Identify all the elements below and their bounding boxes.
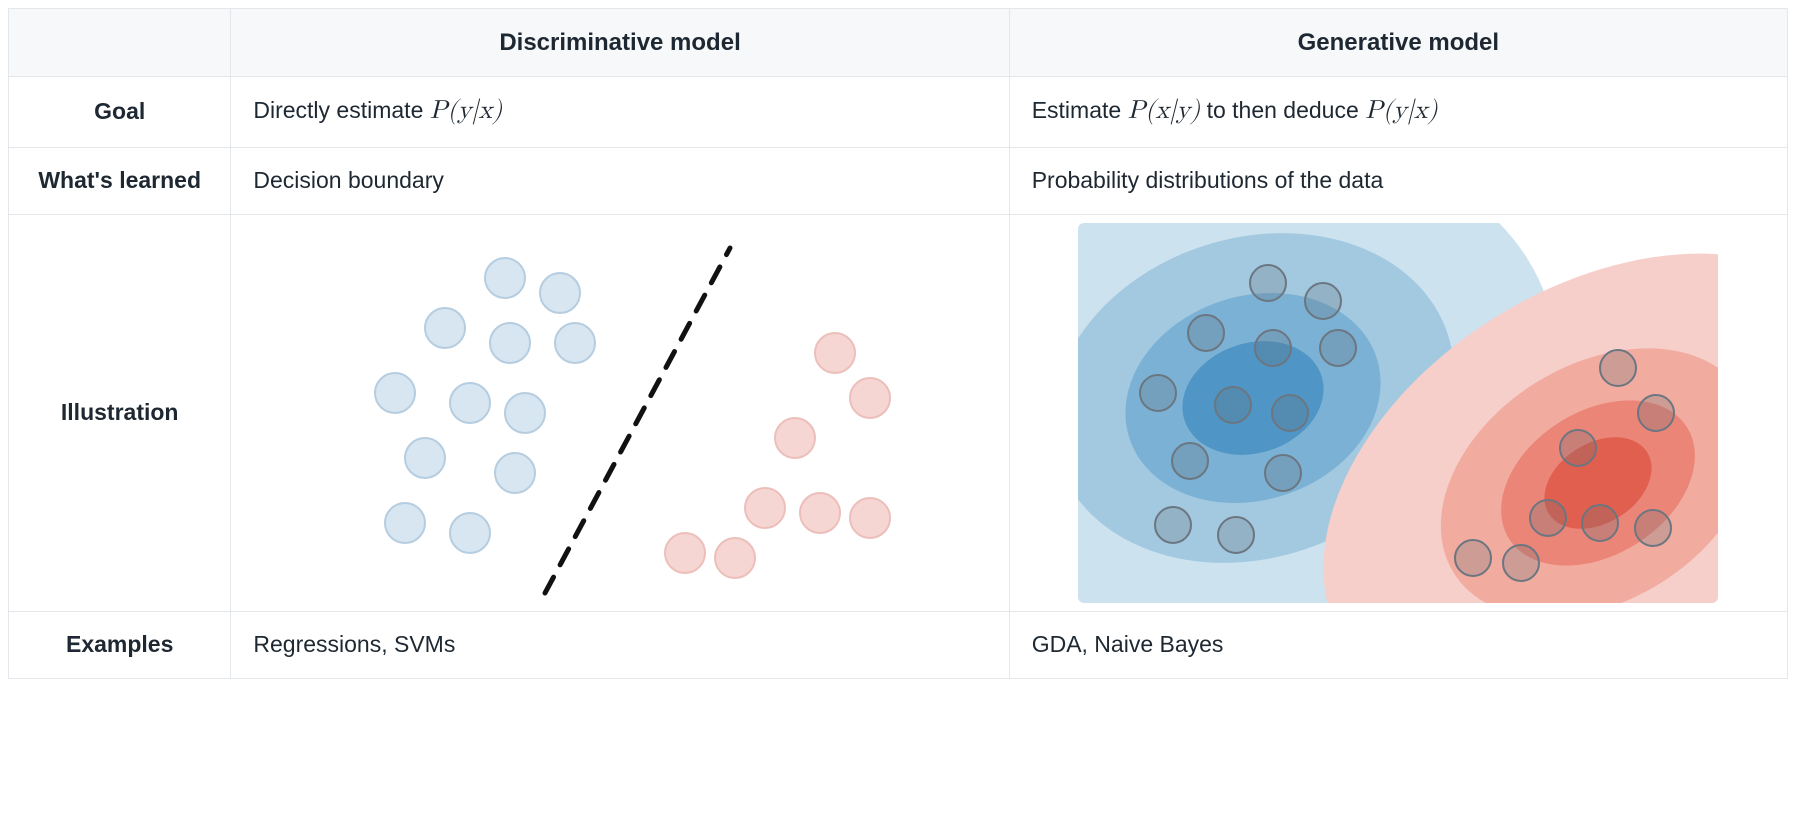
models-comparison-table: Discriminative model Generative model Go… bbox=[8, 8, 1788, 679]
row-illustration-label: Illustration bbox=[9, 214, 231, 611]
red-cluster bbox=[665, 333, 890, 578]
row-examples: Examples Regressions, SVMs GDA, Naive Ba… bbox=[9, 611, 1788, 678]
cell-illus-disc bbox=[231, 214, 1009, 611]
cell-learned-disc: Decision boundary bbox=[231, 147, 1009, 214]
goal-gen-math1: P(x|y) bbox=[1128, 98, 1201, 124]
goal-gen-mid: to then deduce bbox=[1200, 97, 1365, 123]
row-learned-label: What's learned bbox=[9, 147, 231, 214]
goal-disc-math: P(y|x) bbox=[430, 98, 503, 124]
row-illustration: Illustration bbox=[9, 214, 1788, 611]
row-goal: Goal Directly estimate P(y|x) Estimate P… bbox=[9, 77, 1788, 148]
header-row: Discriminative model Generative model bbox=[9, 9, 1788, 77]
goal-disc-pre: Directly estimate bbox=[253, 97, 429, 123]
row-examples-label: Examples bbox=[9, 611, 231, 678]
goal-gen-pre: Estimate bbox=[1032, 97, 1128, 123]
cell-goal-gen: Estimate P(x|y) to then deduce P(y|x) bbox=[1009, 77, 1787, 148]
header-discriminative: Discriminative model bbox=[231, 9, 1009, 77]
row-learned: What's learned Decision boundary Probabi… bbox=[9, 147, 1788, 214]
row-goal-label: Goal bbox=[9, 77, 231, 148]
cell-goal-disc: Directly estimate P(y|x) bbox=[231, 77, 1009, 148]
generative-illustration bbox=[1078, 223, 1718, 603]
cell-examples-gen: GDA, Naive Bayes bbox=[1009, 611, 1787, 678]
header-generative: Generative model bbox=[1009, 9, 1787, 77]
header-empty bbox=[9, 9, 231, 77]
cell-learned-gen: Probability distributions of the data bbox=[1009, 147, 1787, 214]
cell-examples-disc: Regressions, SVMs bbox=[231, 611, 1009, 678]
discriminative-illustration bbox=[310, 223, 930, 603]
goal-gen-math2: P(y|x) bbox=[1365, 98, 1438, 124]
cell-illus-gen bbox=[1009, 214, 1787, 611]
blue-cluster bbox=[375, 258, 595, 553]
